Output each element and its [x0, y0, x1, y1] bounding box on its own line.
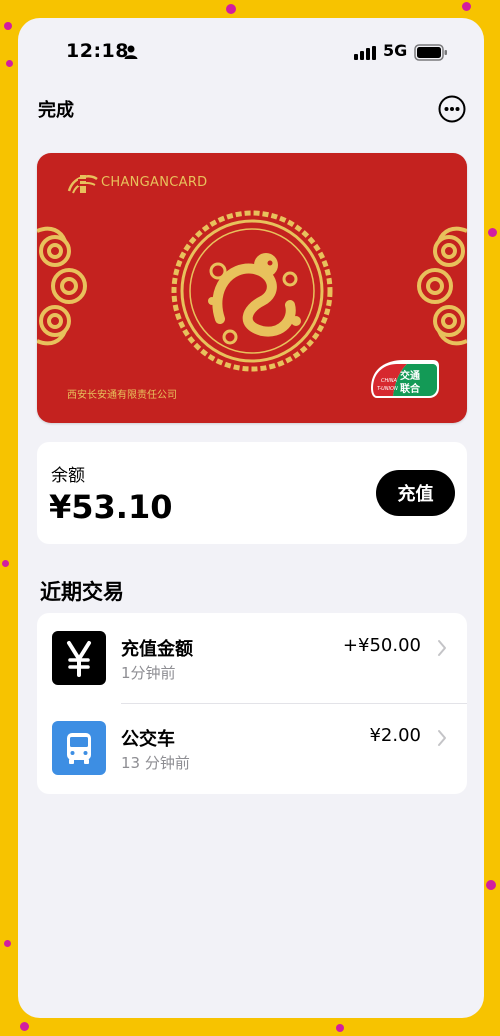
background-dot [4, 940, 11, 947]
status-time: 12:18 [66, 40, 129, 62]
chevron-right-icon [438, 730, 446, 746]
background-dot [336, 1024, 344, 1032]
t-union-cn-line-1: 交通 [400, 369, 420, 382]
t-union-en-line-2: T-UNION [377, 386, 398, 392]
transaction-amount: ¥2.00 [369, 725, 421, 746]
transit-card[interactable]: CHANGANCARD 西安长安通有限责任公司 交通 联合 CHINA T-UN… [37, 153, 467, 423]
background-dot [2, 560, 9, 567]
network-type: 5G [383, 41, 408, 60]
card-issuer: 西安长安通有限责任公司 [67, 390, 177, 401]
balance-label: 余额 [51, 466, 85, 486]
background-dot [20, 1022, 29, 1031]
card-ornament-icon [417, 226, 467, 346]
chevron-right-icon [438, 640, 446, 656]
status-bar: 12:18 5G [18, 40, 484, 68]
background-dot [226, 4, 236, 14]
person-icon [124, 45, 138, 59]
transaction-row[interactable]: 充值金额 1分钟前 +¥50.00 [37, 613, 467, 703]
transaction-amount: +¥50.00 [342, 635, 421, 656]
snake-medallion-icon [171, 210, 333, 372]
phone-screen: 12:18 5G 完成 CHANGANCARD 西安长安通有限责任公司 交通 联… [18, 18, 484, 1018]
t-union-en-line-1: CHINA [381, 378, 397, 384]
ellipsis-circle-icon[interactable] [438, 95, 466, 123]
background-dot [6, 60, 13, 67]
t-union-badge-icon: 交通 联合 CHINA T-UNION [371, 360, 439, 398]
battery-icon [414, 44, 447, 61]
signal-icon [354, 46, 376, 60]
t-union-cn-line-2: 联合 [400, 382, 421, 395]
changancard-logo-icon [67, 175, 98, 194]
top-up-button[interactable]: 充值 [376, 470, 455, 516]
transaction-title: 公交车 [121, 729, 175, 750]
background-dot [4, 22, 12, 30]
recent-transactions-title: 近期交易 [40, 580, 124, 604]
card-brand: CHANGANCARD [101, 175, 208, 190]
background-dot [488, 228, 497, 237]
transaction-title: 充值金额 [121, 639, 193, 660]
balance-panel: 余额 ¥53.10 充值 [37, 442, 467, 544]
transaction-time: 1分钟前 [121, 664, 176, 682]
transaction-row[interactable]: 公交车 13 分钟前 ¥2.00 [37, 703, 467, 793]
transaction-time: 13 分钟前 [121, 754, 190, 772]
done-button[interactable]: 完成 [38, 96, 74, 122]
bus-icon [52, 721, 106, 775]
card-ornament-icon [37, 226, 87, 346]
background-dot [462, 2, 471, 11]
transactions-list: 充值金额 1分钟前 +¥50.00 公交车 13 分钟前 ¥2.00 [37, 613, 467, 794]
balance-value: ¥53.10 [49, 488, 173, 526]
background-dot [486, 880, 496, 890]
yen-icon [52, 631, 106, 685]
